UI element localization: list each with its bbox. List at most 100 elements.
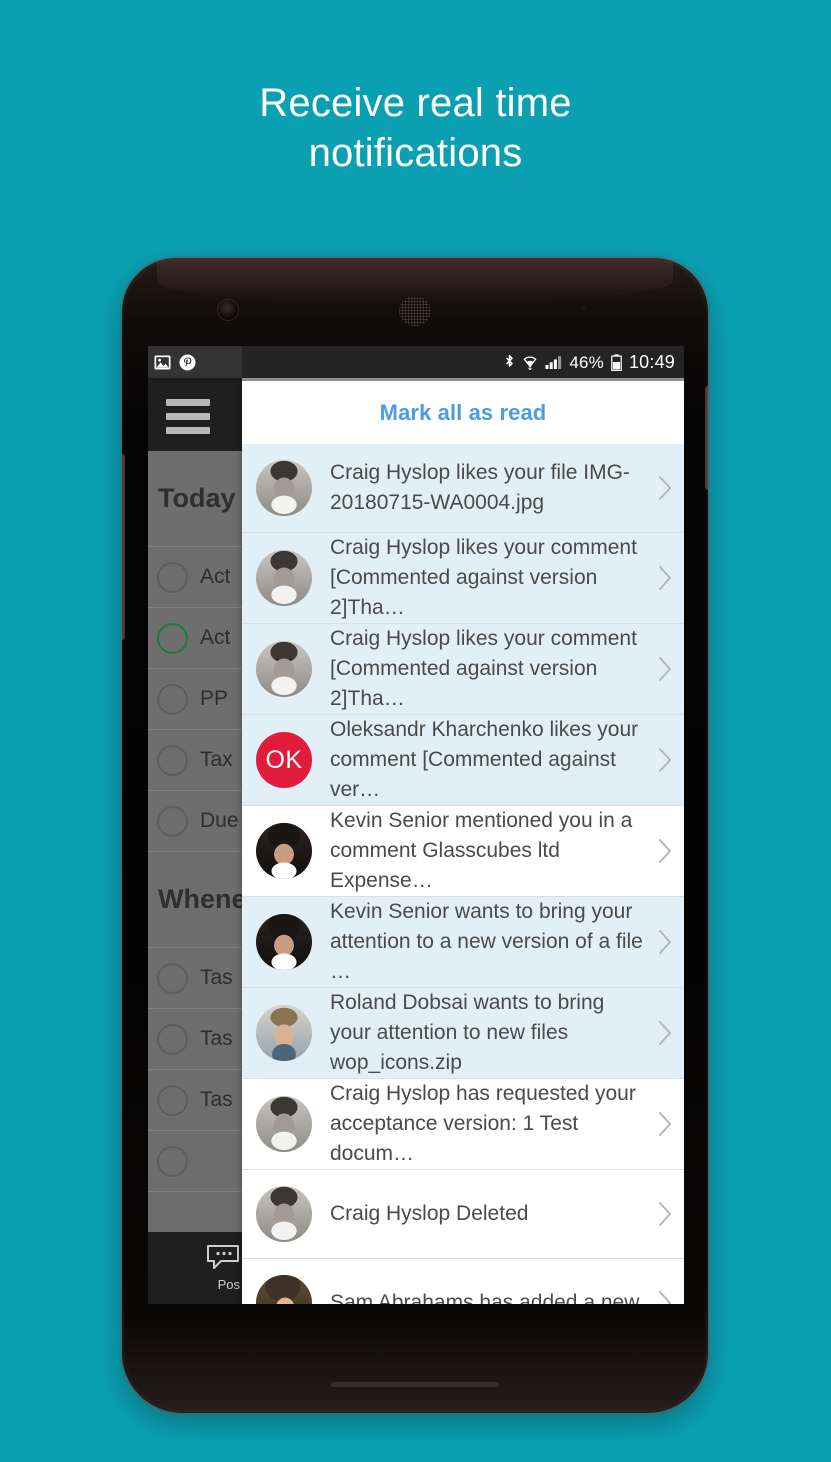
notification-row[interactable]: Craig Hyslop likes your comment [Comment… [242,624,684,715]
task-checkbox-icon[interactable] [157,561,188,593]
signal-icon [545,355,562,370]
notification-row[interactable]: Kevin Senior wants to bring your attenti… [242,897,684,988]
wifi-icon [522,354,538,370]
notification-text: Craig Hyslop likes your comment [Comment… [330,627,637,710]
background-task-row[interactable]: Tas [148,1070,242,1131]
notification-text: Craig Hyslop Deleted [330,1202,529,1225]
chevron-right-icon[interactable] [652,565,678,591]
avatar-photo [256,550,312,606]
notifications-drawer: Mark all as read Craig Hyslop likes your… [242,381,684,1304]
notification-text: Oleksandr Kharchenko likes your comment … [330,718,639,801]
notification-row[interactable]: Craig Hyslop likes your file IMG-2018071… [242,444,684,533]
task-checkbox-icon[interactable] [157,1084,188,1116]
task-label: Due [200,809,239,832]
task-label: Tax [200,748,233,771]
bottom-speaker-grille [331,1382,499,1387]
task-checkbox-icon[interactable] [157,1023,188,1055]
task-checkbox-icon[interactable] [157,1145,188,1177]
mark-all-as-read-button[interactable]: Mark all as read [380,400,547,426]
avatar [256,550,312,606]
background-task-row[interactable]: Due [148,791,242,852]
status-bar-system-icons: 46% 10:49 [242,346,684,378]
bottom-bar-label: Pos [217,1277,240,1292]
task-checkbox-icon[interactable] [157,805,188,837]
chevron-right-icon[interactable] [652,929,678,955]
notification-list[interactable]: Craig Hyslop likes your file IMG-2018071… [242,444,684,1304]
avatar [256,1005,312,1061]
notification-row[interactable]: Roland Dobsai wants to bring your attent… [242,988,684,1079]
task-label: Tas [200,966,233,989]
battery-icon [611,353,622,371]
image-icon [154,355,171,370]
background-task-row[interactable]: Tas [148,948,242,1009]
task-label: Act [200,565,231,588]
chevron-right-icon[interactable] [652,1020,678,1046]
chevron-right-icon[interactable] [652,656,678,682]
avatar-photo [256,460,312,516]
volume-button[interactable] [122,454,125,640]
bluetooth-icon [504,354,515,371]
chevron-right-icon[interactable] [652,475,678,501]
notification-row[interactable]: Kevin Senior mentioned you in a comment … [242,806,684,897]
avatar: OK [256,732,312,788]
section-label: Today [158,483,236,513]
background-task-row[interactable]: Tax [148,730,242,791]
notification-row[interactable]: OK Oleksandr Kharchenko likes your commen… [242,715,684,806]
background-task-row[interactable]: Act [148,547,242,608]
background-task-row[interactable]: Act [148,608,242,669]
avatar-photo [256,914,312,970]
drawer-header: Mark all as read [242,381,684,444]
avatar-photo [256,641,312,697]
page-title-line-1: Receive real time [259,81,572,125]
task-checkbox-icon[interactable] [157,683,188,715]
chevron-right-icon[interactable] [652,1111,678,1137]
front-camera-icon [218,300,238,320]
chevron-right-icon[interactable] [652,838,678,864]
hamburger-menu-icon[interactable] [166,398,210,434]
background-section-header: Today [148,451,242,547]
task-checkbox-icon[interactable] [157,744,188,776]
page-title-line-2: notifications [308,131,523,175]
notification-text: Kevin Senior wants to bring your attenti… [330,900,643,983]
notification-row[interactable]: Craig Hyslop has requested your acceptan… [242,1079,684,1170]
background-section-header: Whene [148,852,242,948]
background-task-row[interactable]: PP [148,669,242,730]
notification-text: Craig Hyslop has requested your acceptan… [330,1082,636,1165]
task-label: Act [200,626,231,649]
avatar-photo [256,1275,312,1304]
avatar [256,823,312,879]
chevron-right-icon[interactable] [652,1290,678,1304]
task-checkbox-icon[interactable] [157,622,188,654]
avatar [256,1096,312,1152]
notification-text: Kevin Senior mentioned you in a comment … [330,809,633,892]
chat-bubble-icon [206,1244,240,1275]
avatar [256,460,312,516]
chevron-right-icon[interactable] [652,747,678,773]
avatar [256,641,312,697]
status-bar: 46% 10:49 [148,346,684,381]
notification-row[interactable]: Craig Hyslop likes your comment [Comment… [242,533,684,624]
avatar-initials: OK [265,745,303,774]
task-checkbox-icon[interactable] [157,962,188,994]
background-task-row[interactable] [148,1131,242,1192]
avatar-photo [256,823,312,879]
page-title: Receive real time notifications [0,78,831,178]
avatar [256,914,312,970]
background-app-bottom-bar[interactable]: Pos [148,1232,242,1304]
avatar [256,1186,312,1242]
notification-text: Craig Hyslop likes your file IMG-2018071… [330,461,630,514]
background-app-action-bar [148,381,242,451]
task-label: Tas [200,1088,233,1111]
chevron-right-icon[interactable] [652,1201,678,1227]
notification-row[interactable]: Craig Hyslop Deleted [242,1170,684,1259]
proximity-sensor-icon [581,306,586,311]
notification-text: Craig Hyslop likes your comment [Comment… [330,536,637,619]
task-label: PP [200,687,229,710]
background-task-row[interactable]: Tas [148,1009,242,1070]
power-button[interactable] [705,386,708,490]
battery-percent-label: 46% [569,352,604,372]
notification-row[interactable]: Sam Abrahams has added a new [242,1259,684,1304]
avatar-photo [256,1005,312,1061]
background-app: Today Act Act PP Tax Due Whene Tas Tas T… [148,381,242,1304]
earpiece-speaker-icon [399,296,431,326]
